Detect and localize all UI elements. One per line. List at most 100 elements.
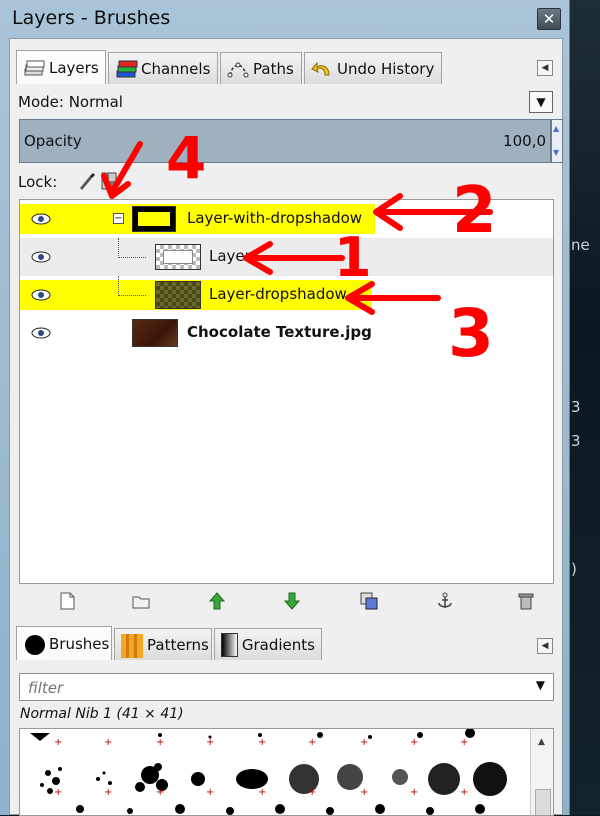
svg-text:+: + — [104, 737, 112, 748]
svg-text:+: + — [206, 787, 214, 798]
layer-name: Layer-with-dropshadow — [187, 209, 363, 227]
lock-row: Lock: — [10, 169, 562, 195]
lower-layer-icon[interactable] — [282, 591, 304, 613]
tab-label: Channels — [141, 59, 211, 78]
layer-row[interactable]: Chocolate Texture.jpg — [20, 314, 553, 352]
title-bar[interactable]: Layers - Brushes ✕ — [0, 0, 570, 38]
mode-select[interactable]: Mode: Normal — [18, 93, 123, 111]
layer-list: − Layer-with-dropshadow Layer Layer-drop… — [19, 199, 554, 584]
filter-combo[interactable]: ▼ — [19, 673, 554, 701]
svg-text:+: + — [360, 787, 368, 798]
spin-down-icon[interactable]: ▼ — [553, 148, 559, 157]
tab-undo-history[interactable]: Undo History — [304, 52, 442, 84]
tab-label: Layers — [49, 58, 99, 77]
filter-input[interactable] — [26, 678, 506, 698]
layer-row[interactable]: Layer-dropshadow — [20, 276, 553, 314]
dock-panel: Layers Channels Paths Undo History ◀ Mod… — [9, 38, 563, 816]
lock-label: Lock: — [18, 173, 58, 191]
undo-history-icon — [311, 58, 333, 80]
svg-text:+: + — [460, 737, 468, 748]
layer-thumbnail — [132, 206, 176, 232]
lock-pixels-icon[interactable] — [76, 171, 96, 195]
layer-thumbnail — [155, 244, 201, 270]
brush-scrollbar[interactable]: ▲ — [530, 729, 553, 815]
brush-icon — [23, 632, 47, 657]
svg-text:+: + — [410, 737, 418, 748]
tab-brushes[interactable]: Brushes — [16, 626, 112, 660]
svg-text:+: + — [206, 737, 214, 748]
svg-text:+: + — [360, 737, 368, 748]
svg-text:+: + — [308, 737, 316, 748]
tab-layers[interactable]: Layers — [16, 50, 106, 84]
tree-connector — [118, 276, 146, 296]
brush-previews: + + + + + + + + + + + + + + + + + + — [30, 729, 507, 815]
collapse-icon[interactable]: − — [113, 213, 124, 224]
layer-row[interactable]: − Layer-with-dropshadow — [20, 200, 553, 238]
channels-icon — [115, 58, 138, 80]
chevron-down-icon[interactable]: ▼ — [536, 678, 545, 692]
svg-text:+: + — [156, 737, 164, 748]
tab-label: Paths — [253, 59, 294, 78]
duplicate-layer-icon[interactable] — [359, 591, 381, 613]
paths-icon — [227, 58, 249, 80]
brushes-dock-tabs: Brushes Patterns Gradients ◀ — [10, 621, 562, 661]
svg-text:+: + — [410, 787, 418, 798]
tab-label: Brushes — [49, 634, 110, 653]
desktop-background: ne 3 3 ) — [566, 0, 600, 815]
tab-patterns[interactable]: Patterns — [114, 628, 212, 660]
spin-up-icon[interactable]: ▲ — [553, 124, 559, 133]
mode-row: Mode: Normal ▼ — [10, 89, 562, 119]
pattern-icon — [121, 633, 143, 658]
layer-name: Layer-dropshadow — [209, 285, 347, 303]
eye-icon[interactable] — [30, 326, 52, 340]
layers-icon — [23, 57, 45, 79]
gradient-icon — [221, 632, 238, 657]
raise-layer-icon[interactable] — [207, 591, 229, 613]
opacity-label: Opacity — [24, 132, 82, 150]
tab-gradients[interactable]: Gradients — [214, 628, 322, 660]
scroll-thumb[interactable] — [535, 789, 551, 815]
layer-row[interactable]: Layer — [20, 238, 553, 276]
triangle-left-icon: ◀ — [541, 63, 549, 73]
scroll-up-icon[interactable]: ▲ — [538, 737, 545, 747]
svg-text:+: + — [54, 787, 62, 798]
dock-menu-button[interactable]: ◀ — [537, 60, 553, 76]
desktop-text-fragment: ) — [571, 560, 577, 578]
dock-menu-button[interactable]: ◀ — [537, 638, 553, 654]
new-layer-icon[interactable] — [57, 591, 79, 613]
svg-text:+: + — [104, 787, 112, 798]
tab-channels[interactable]: Channels — [108, 52, 218, 84]
close-button[interactable]: ✕ — [537, 8, 561, 30]
layers-brushes-window: Layers - Brushes ✕ Layers Channels Paths… — [0, 0, 570, 816]
svg-text:+: + — [308, 787, 316, 798]
layer-name: Layer — [209, 247, 251, 265]
svg-text:+: + — [258, 737, 266, 748]
layer-buttons-bar — [19, 587, 554, 617]
brush-grid[interactable]: + + + + + + + + + + + + + + + + + + ▲ — [19, 728, 554, 816]
brush-name: Normal Nib 1 (41 × 41) — [20, 706, 184, 722]
delete-layer-icon[interactable] — [516, 591, 538, 613]
anchor-layer-icon[interactable] — [435, 591, 457, 613]
layer-thumbnail — [132, 319, 178, 347]
layers-dock-tabs: Layers Channels Paths Undo History ◀ — [10, 45, 562, 84]
desktop-text-fragment: 3 — [571, 398, 581, 416]
window-title: Layers - Brushes — [12, 7, 171, 29]
opacity-slider[interactable]: Opacity 100,0 — [19, 119, 551, 163]
opacity-spin-buttons[interactable]: ▲ ▼ — [551, 119, 563, 163]
svg-text:+: + — [156, 787, 164, 798]
layer-thumbnail — [155, 281, 201, 309]
triangle-left-icon: ◀ — [541, 641, 549, 651]
opacity-value: 100,0 — [503, 132, 546, 150]
layer-name: Chocolate Texture.jpg — [187, 323, 372, 341]
desktop-text-fragment: 3 — [571, 432, 581, 450]
lock-alpha-icon[interactable] — [100, 171, 118, 195]
eye-icon[interactable] — [30, 250, 52, 264]
new-group-icon[interactable] — [131, 591, 153, 613]
tab-paths[interactable]: Paths — [220, 52, 302, 84]
svg-text:+: + — [460, 787, 468, 798]
mode-dropdown-button[interactable]: ▼ — [529, 91, 553, 113]
eye-icon[interactable] — [30, 288, 52, 302]
close-icon: ✕ — [542, 10, 556, 28]
eye-icon[interactable] — [30, 212, 52, 226]
tab-label: Patterns — [147, 635, 209, 654]
